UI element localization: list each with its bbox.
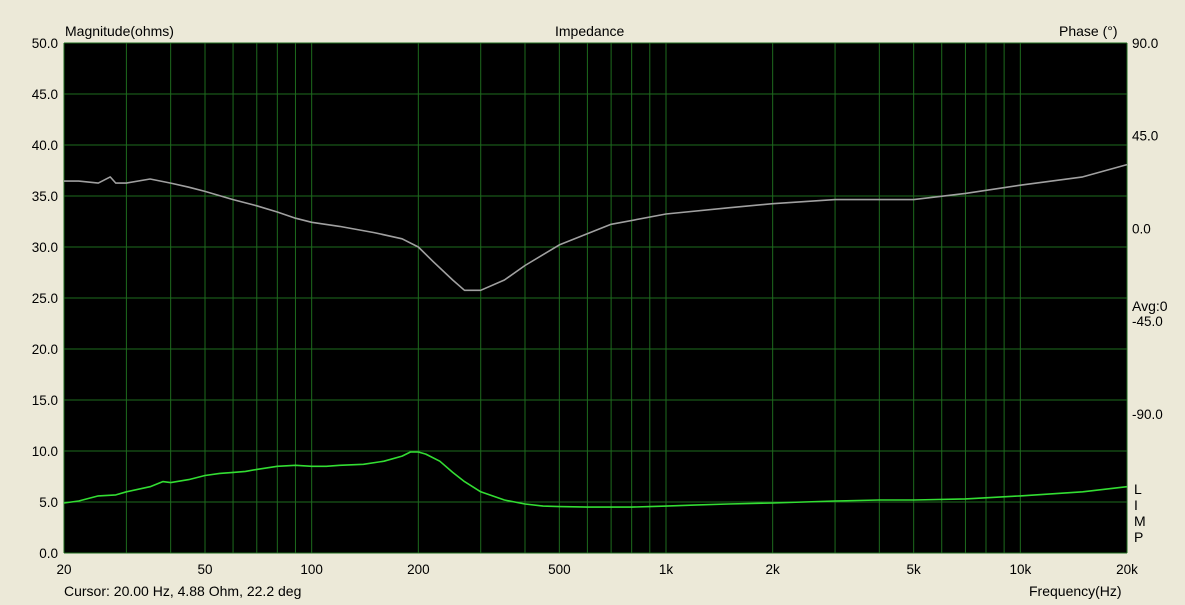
y-tick-label: 15.0 [32, 393, 58, 408]
y-tick-label: 10.0 [32, 444, 58, 459]
mode-letter-p[interactable]: P [1134, 529, 1143, 545]
x-tick-label: 100 [300, 562, 323, 577]
y-tick-label: 35.0 [32, 189, 58, 204]
impedance-chart[interactable]: 0.0 5.0 10.0 15.0 20.0 25.0 30.0 35.0 40.0 45.0 50… [0, 0, 1185, 605]
x-tick-label: 2k [766, 562, 781, 577]
y-tick-label: 20.0 [32, 342, 58, 357]
average-label: Avg:0 [1132, 298, 1168, 314]
left-axis-title: Magnitude(ohms) [65, 23, 174, 39]
phase-tick-label: 90.0 [1132, 36, 1158, 51]
y-tick-label: 5.0 [39, 495, 58, 510]
x-tick-label: 20 [56, 562, 71, 577]
y-tick-label: 30.0 [32, 240, 58, 255]
right-axis-title: Phase (°) [1059, 23, 1118, 39]
y-tick-label: 45.0 [32, 87, 58, 102]
y-tick-label: 0.0 [39, 546, 58, 561]
chart-title: Impedance [555, 23, 625, 39]
phase-tick-label: 45.0 [1132, 129, 1158, 144]
y-tick-label: 25.0 [32, 291, 58, 306]
x-tick-label: 10k [1009, 562, 1031, 577]
x-tick-label: 1k [659, 562, 674, 577]
y-tick-label: 50.0 [32, 36, 58, 51]
x-tick-label: 20k [1116, 562, 1138, 577]
mode-letter-m[interactable]: M [1134, 513, 1146, 529]
mode-letter-i[interactable]: I [1134, 497, 1138, 513]
phase-tick-label: -90.0 [1132, 407, 1163, 422]
x-tick-label: 500 [548, 562, 571, 577]
cursor-readout: Cursor: 20.00 Hz, 4.88 Ohm, 22.2 deg [64, 583, 302, 599]
x-tick-label: 5k [907, 562, 922, 577]
x-tick-label: 200 [407, 562, 430, 577]
x-axis-title: Frequency(Hz) [1029, 583, 1122, 599]
phase-tick-label: -45.0 [1132, 314, 1163, 329]
y-tick-label: 40.0 [32, 138, 58, 153]
phase-tick-label: 0.0 [1132, 221, 1151, 236]
mode-letter-l[interactable]: L [1134, 481, 1142, 497]
x-tick-label: 50 [197, 562, 212, 577]
